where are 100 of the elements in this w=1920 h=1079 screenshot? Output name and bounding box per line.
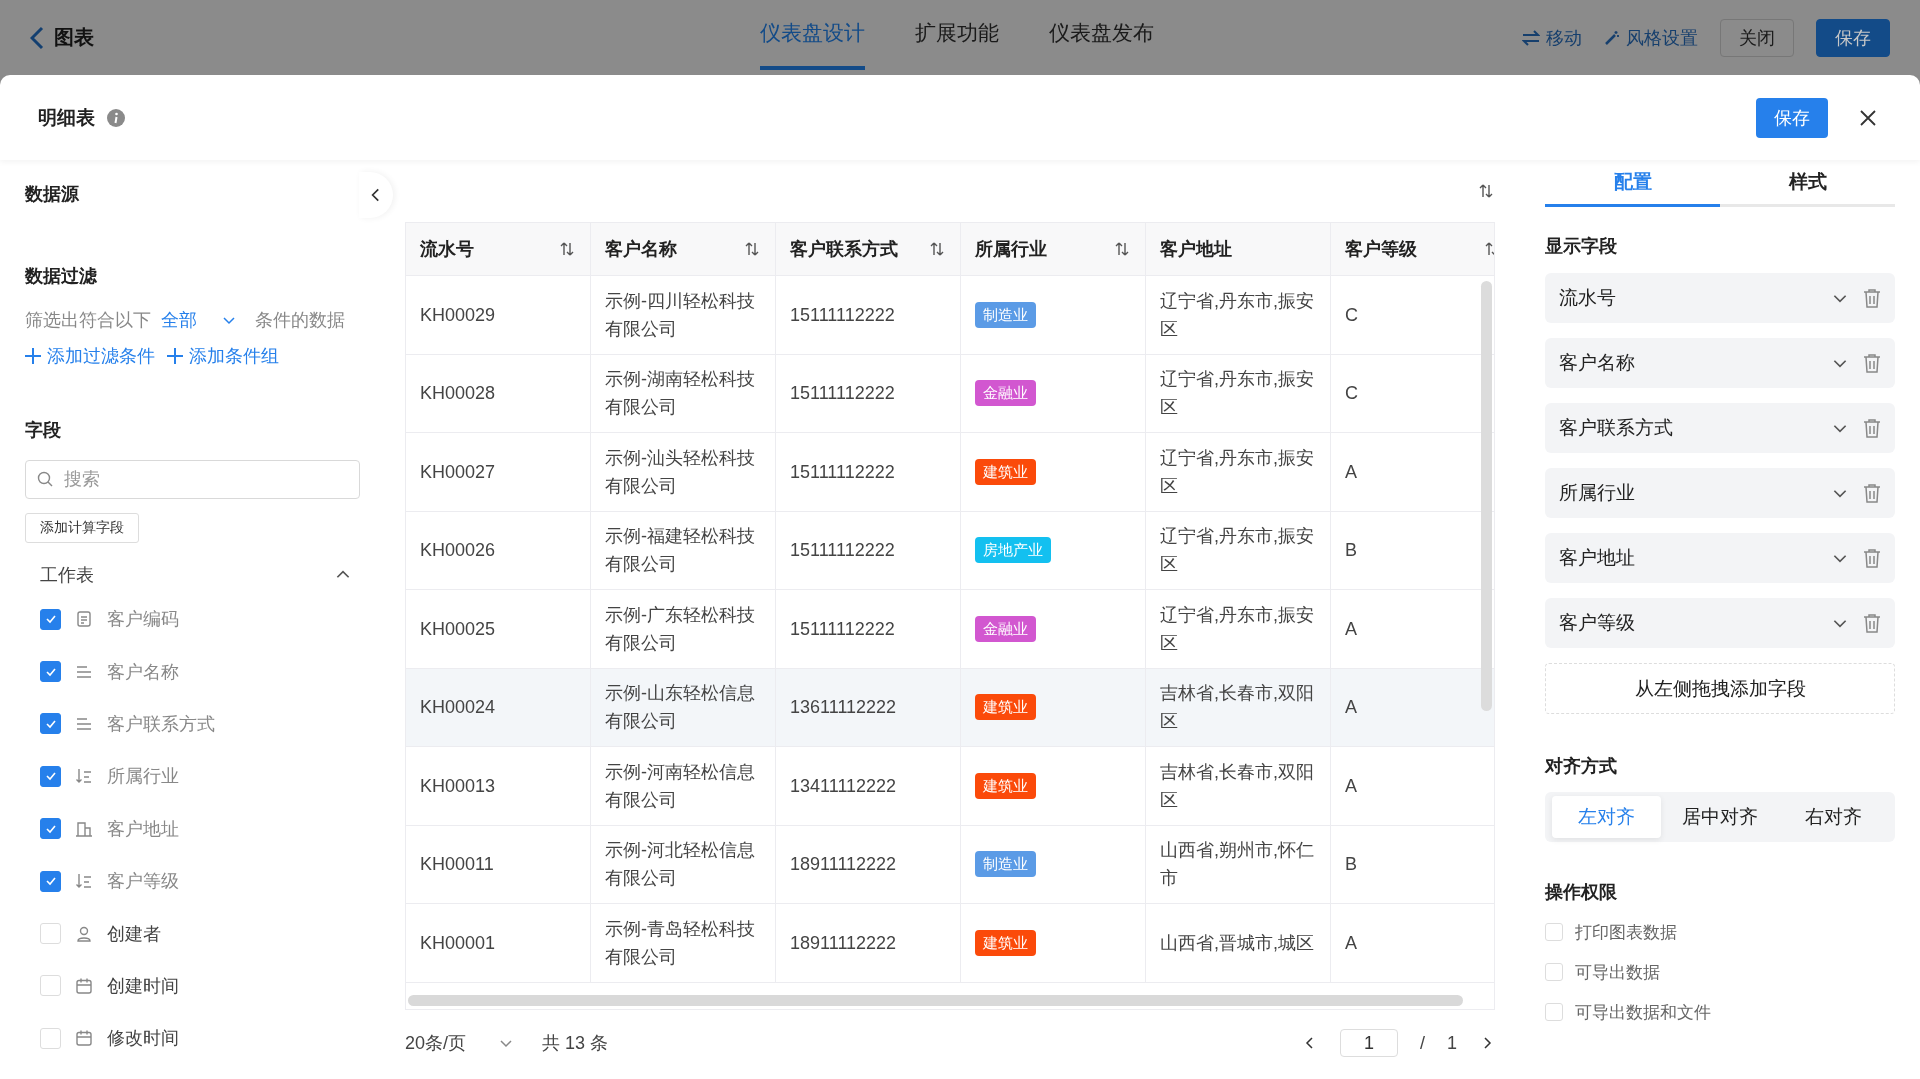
table-cell: 示例-山东轻松信息有限公司 — [591, 668, 776, 746]
align-option[interactable]: 居中对齐 — [1665, 796, 1775, 838]
table-cell: KH00028 — [406, 354, 591, 432]
display-field-item[interactable]: 所属行业 — [1545, 468, 1895, 518]
table-cell: 山西省,晋城市,城区 — [1146, 904, 1331, 982]
display-field-item[interactable]: 客户联系方式 — [1545, 403, 1895, 453]
close-button[interactable]: 关闭 — [1720, 18, 1794, 57]
panel-tab[interactable]: 配置 — [1545, 160, 1720, 207]
industry-tag: 建筑业 — [975, 772, 1036, 799]
add-link[interactable]: 添加过滤条件 — [25, 344, 155, 368]
checkmark-icon — [44, 770, 57, 783]
total-count: 共 13 条 — [542, 1032, 609, 1055]
filter-mode-dropdown[interactable]: 全部 — [161, 308, 245, 332]
sort-button[interactable] — [1477, 182, 1495, 200]
group-header[interactable]: 工作表 — [25, 557, 360, 593]
field-label: 客户等级 — [107, 870, 179, 894]
column-header[interactable]: 流水号 — [406, 223, 591, 275]
checkbox[interactable] — [40, 608, 61, 630]
industry-tag: 房地产业 — [975, 537, 1051, 564]
sort-lines-icon — [75, 872, 93, 891]
field-label: 客户地址 — [107, 817, 179, 841]
table-cell: A — [1331, 747, 1494, 825]
table-cell: 示例-福建轻松科技有限公司 — [591, 511, 776, 589]
magic-wand-icon — [1604, 29, 1620, 46]
document-icon — [75, 610, 93, 629]
nav-tab[interactable]: 扩展功能 — [915, 0, 999, 70]
table-cell: 13411112222 — [776, 747, 961, 825]
search-field[interactable]: 搜索 — [25, 460, 360, 499]
table-cell: KH00027 — [406, 433, 591, 511]
section-heading: 数据源 — [25, 183, 80, 206]
table-cell: KH00029 — [406, 276, 591, 354]
page-size-dropdown[interactable]: 20条/页 — [405, 1031, 515, 1055]
column-header[interactable]: 客户名称 — [591, 223, 776, 275]
trash-icon — [1863, 288, 1881, 308]
permission-label: 可导出数据和文件 — [1575, 1001, 1711, 1024]
swap-arrows-icon — [1522, 29, 1540, 46]
add-link[interactable]: 添加条件组 — [167, 344, 279, 368]
trash-icon — [1863, 548, 1881, 568]
page-input[interactable]: 1 — [1339, 1029, 1398, 1057]
horizontal-scrollbar[interactable] — [408, 995, 1463, 1006]
checkbox[interactable] — [40, 818, 61, 840]
display-field-item[interactable]: 流水号 — [1545, 273, 1895, 323]
sort-icon — [558, 240, 576, 258]
sort-icon — [928, 240, 946, 258]
field-label: 客户名称 — [107, 660, 179, 684]
checkbox[interactable] — [40, 870, 61, 892]
permission-label: 打印图表数据 — [1575, 921, 1677, 944]
field-label: 客户编码 — [107, 608, 179, 632]
column-header[interactable]: 客户等级 — [1331, 223, 1494, 275]
display-field-item[interactable]: 客户地址 — [1545, 533, 1895, 583]
table-cell: 18911112222 — [776, 825, 961, 903]
industry-tag: 建筑业 — [975, 458, 1036, 485]
checkbox[interactable] — [40, 765, 61, 787]
filter-text: 筛选出符合以下 — [25, 309, 151, 332]
display-field-item[interactable]: 客户名称 — [1545, 338, 1895, 388]
trash-icon — [1863, 418, 1881, 438]
plus-icon — [167, 348, 183, 364]
checkmark-icon — [44, 875, 57, 888]
align-option[interactable]: 右对齐 — [1778, 796, 1888, 838]
industry-tag: 建筑业 — [975, 929, 1036, 956]
table-cell: 辽宁省,丹东市,振安区 — [1146, 590, 1331, 668]
table-cell: KH00013 — [406, 747, 591, 825]
column-header[interactable]: 客户地址 — [1146, 223, 1331, 275]
section-heading: 显示字段 — [1545, 235, 1618, 258]
sort-icon — [743, 240, 761, 258]
section-heading: 数据过滤 — [25, 265, 98, 288]
trash-icon — [1863, 613, 1881, 633]
industry-tag: 金融业 — [975, 380, 1036, 407]
checkbox[interactable] — [40, 713, 61, 735]
table-cell: 15111112222 — [776, 590, 961, 668]
table-cell: 山西省,朔州市,怀仁市 — [1146, 825, 1331, 903]
table-cell: B — [1331, 825, 1494, 903]
table-cell: A — [1331, 904, 1494, 982]
section-heading: 操作权限 — [1545, 881, 1618, 904]
sort-lines-icon — [75, 767, 93, 786]
table-cell: 示例-四川轻松科技有限公司 — [591, 276, 776, 354]
table-cell: 示例-河南轻松信息有限公司 — [591, 747, 776, 825]
industry-tag: 制造业 — [975, 851, 1036, 878]
table-cell: 15111112222 — [776, 433, 961, 511]
align-option[interactable]: 左对齐 — [1552, 796, 1662, 838]
checkbox[interactable] — [40, 661, 61, 683]
column-header[interactable]: 所属行业 — [961, 223, 1146, 275]
save-button[interactable]: 保存 — [1816, 18, 1890, 57]
checkmark-icon — [44, 613, 57, 626]
info-icon — [107, 108, 125, 127]
save-button[interactable]: 保存 — [1756, 97, 1828, 138]
table-cell: KH00025 — [406, 590, 591, 668]
nav-tab[interactable]: 仪表盘发布 — [1049, 0, 1154, 70]
table-cell: 吉林省,长春市,双阳区 — [1146, 747, 1331, 825]
plus-icon — [25, 348, 41, 364]
column-header[interactable]: 客户联系方式 — [776, 223, 961, 275]
calendar-icon — [75, 1029, 93, 1048]
table-cell: 示例-青岛轻松科技有限公司 — [591, 904, 776, 982]
industry-tag: 制造业 — [975, 301, 1036, 328]
display-field-item[interactable]: 客户等级 — [1545, 598, 1895, 648]
vertical-scrollbar[interactable] — [1481, 281, 1492, 711]
add-calculated-field-button[interactable]: 添加计算字段 — [25, 513, 139, 543]
back-button[interactable]: 图表 — [30, 24, 94, 51]
panel-tab[interactable]: 样式 — [1720, 160, 1895, 207]
table-cell: KH00001 — [406, 904, 591, 982]
